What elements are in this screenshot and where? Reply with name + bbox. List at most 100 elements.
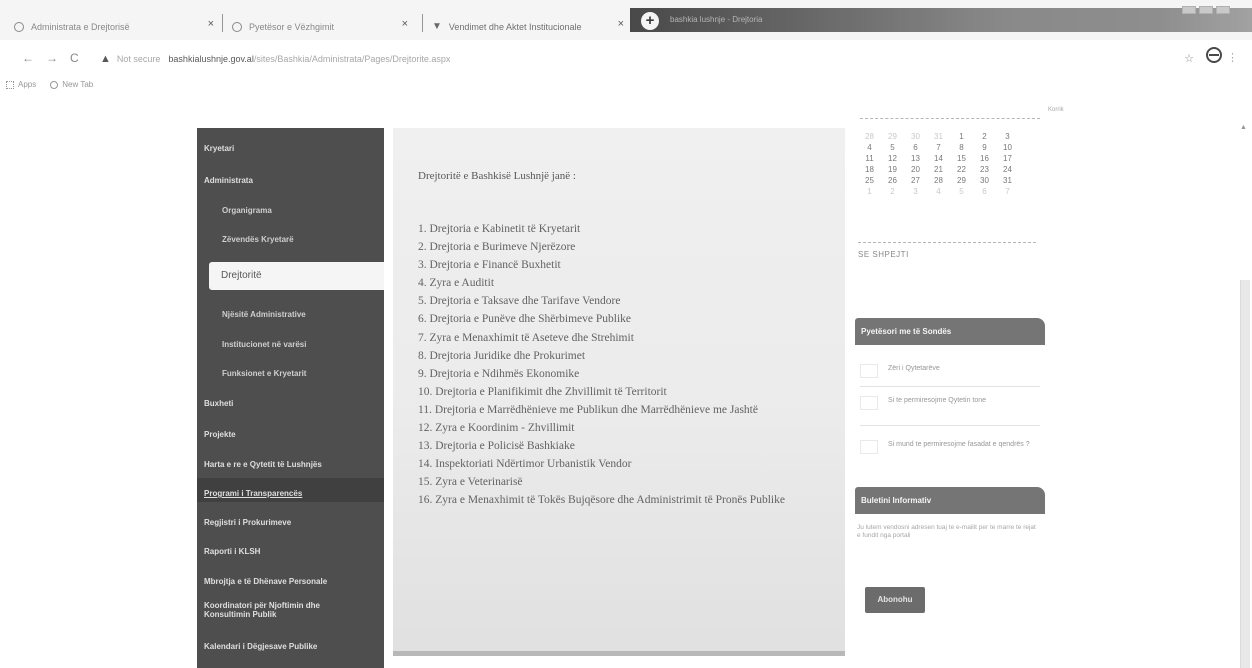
calendar-day[interactable]: 29 [950,176,973,187]
close-icon[interactable]: × [618,18,624,30]
account-icon[interactable] [1206,47,1222,63]
calendar-day[interactable]: 3 [904,187,927,198]
calendar-day[interactable]: 17 [996,154,1019,165]
calendar-day[interactable]: 28 [858,132,881,143]
calendar-day[interactable]: 1 [950,132,973,143]
calendar-day[interactable]: 30 [973,176,996,187]
calendar-day[interactable]: 20 [904,165,927,176]
poll-header: Pyetësori me të Sondës [855,318,1045,345]
calendar-day[interactable]: 2 [881,187,904,198]
sidebar-item-prokurimet[interactable]: Regjistri i Prokurimeve [197,518,384,528]
calendar-day[interactable]: 31 [927,132,950,143]
apps-icon [6,80,14,89]
calendar-day[interactable]: 28 [927,176,950,187]
address-bar: ← → C ▲ Not secure bashkialushnje.gov.al… [0,44,1252,72]
poll-radio[interactable] [860,364,878,378]
calendar-day[interactable]: 3 [996,132,1019,143]
reload-icon[interactable]: C [70,51,79,65]
calendar-day[interactable]: 4 [858,143,881,154]
sidebar-item-klsh[interactable]: Raporti i KLSH [197,547,384,557]
url-field[interactable]: ▲ Not secure bashkialushnje.gov.al /site… [100,53,450,65]
sidebar-item-projekte[interactable]: Projekte [197,430,384,440]
bookmark-star-icon[interactable]: ☆ [1184,52,1194,65]
sidebar-item-kryetari[interactable]: Kryetari [197,144,384,154]
poll-radio[interactable] [860,396,878,410]
list-item: 14. Inspektoriati Ndërtimor Urbanistik V… [418,458,632,471]
poll-divider [860,425,1040,426]
calendar-day[interactable]: 6 [904,143,927,154]
poll-option[interactable]: Si te permiresojme Qytetin tone [888,396,1038,405]
calendar-day[interactable]: 26 [881,176,904,187]
calendar-more-link[interactable]: SE SHPEJTI [858,250,909,259]
calendar-grid: 28 29 30 31 1 2 3 4 5 6 7 8 9 10 11 12 13 14 15 16 17 18 19 20 2… [858,132,1019,198]
calendar-day[interactable]: 11 [858,154,881,165]
calendar-day[interactable]: 7 [927,143,950,154]
calendar-day[interactable]: 25 [858,176,881,187]
poll-option[interactable]: Zëri i Qytetarëve [888,364,1038,373]
calendar-day[interactable]: 22 [950,165,973,176]
bookmark-new-tab[interactable]: New Tab [50,80,93,89]
calendar-day[interactable]: 27 [904,176,927,187]
calendar-day[interactable]: 30 [904,132,927,143]
calendar-day[interactable]: 23 [973,165,996,176]
forward-icon[interactable]: → [46,51,58,65]
close-icon[interactable]: × [402,18,408,30]
list-item: 9. Drejtoria e Ndihmës Ekonomike [418,367,580,380]
sidebar-item-funksionet[interactable]: Funksionet e Kryetarit [197,369,384,379]
calendar-weekday-row [860,118,1040,124]
calendar-day[interactable]: 14 [927,154,950,165]
calendar-day[interactable]: 21 [927,165,950,176]
list-item: 2. Drejtoria e Burimeve Njerëzore [418,241,576,254]
sidebar-item-transparenca[interactable]: Programi i Transparencës [197,489,384,499]
subscribe-button[interactable]: Abonohu [865,587,925,613]
calendar-day[interactable]: 7 [996,187,1019,198]
page-scrollbar[interactable] [1240,280,1250,668]
calendar-day[interactable]: 1 [858,187,881,198]
bookmark-apps[interactable]: Apps [6,80,36,89]
calendar-day[interactable]: 6 [973,187,996,198]
globe-icon [14,22,24,32]
calendar-day[interactable]: 4 [927,187,950,198]
back-icon[interactable]: ← [22,51,34,65]
departments-list: 1. Drejtoria e Kabinetit të Kryetarit 2.… [418,220,838,510]
sidebar-item-administrata[interactable]: Administrata [197,176,384,186]
window-controls[interactable] [1182,6,1230,14]
poll-option[interactable]: Si mund te permiresojme fasadat e qendrë… [888,440,1038,449]
browser-tab[interactable]: Administrata e Drejtorisë × [14,16,214,38]
sidebar-item-zevendes-kryetare[interactable]: Zëvendës Kryetarë [197,235,384,245]
calendar-day[interactable]: 15 [950,154,973,165]
list-item: 7. Zyra e Menaxhimit të Aseteve dhe Stre… [418,331,634,344]
browser-tab-active[interactable]: ▼ Vendimet dhe Aktet Institucionale × [432,16,624,38]
calendar-day[interactable]: 9 [973,143,996,154]
new-tab-button[interactable]: + [641,12,659,30]
sidebar-item-buxheti[interactable]: Buxheti [197,399,384,409]
calendar-day[interactable]: 5 [881,143,904,154]
sidebar-item-drejtorite[interactable]: Drejtoritë [209,262,384,290]
list-item: 6. Drejtoria e Punëve dhe Shërbimeve Pub… [418,313,632,326]
calendar-day[interactable]: 5 [950,187,973,198]
calendar-day[interactable]: 31 [996,176,1019,187]
calendar-day[interactable]: 8 [950,143,973,154]
sidebar-item-institucionet[interactable]: Institucionet në varësi [197,340,384,350]
browser-tab[interactable]: Pyetësor e Vëzhgimit × [232,16,408,38]
sidebar-item-njesite-administrative[interactable]: Njësitë Administrative [197,310,384,320]
sidebar-item-koordinatori[interactable]: Koordinatori për Njoftimin dhe Konsultim… [197,601,384,619]
scroll-up-icon[interactable]: ▲ [1240,124,1247,131]
sidebar-item-kalendari[interactable]: Kalendari i Dëgjesave Publike [197,642,384,652]
sidebar-item-harta[interactable]: Harta e re e Qytetit të Lushnjës [197,460,384,470]
menu-icon[interactable]: ⋮ [1227,51,1238,64]
sidebar-item-te-dhenat[interactable]: Mbrojtja e të Dhënave Personale [197,577,384,587]
calendar-day[interactable]: 10 [996,143,1019,154]
calendar-day[interactable]: 24 [996,165,1019,176]
calendar-day[interactable]: 29 [881,132,904,143]
calendar-day[interactable]: 13 [904,154,927,165]
calendar-day[interactable]: 19 [881,165,904,176]
calendar-day[interactable]: 12 [881,154,904,165]
calendar-day[interactable]: 16 [973,154,996,165]
poll-radio[interactable] [860,440,878,454]
calendar-day[interactable]: 18 [858,165,881,176]
list-item: 5. Drejtoria e Taksave dhe Tarifave Vend… [418,295,621,308]
calendar-day[interactable]: 2 [973,132,996,143]
close-icon[interactable]: × [208,18,214,30]
sidebar-item-organigrama[interactable]: Organigrama [197,206,384,216]
